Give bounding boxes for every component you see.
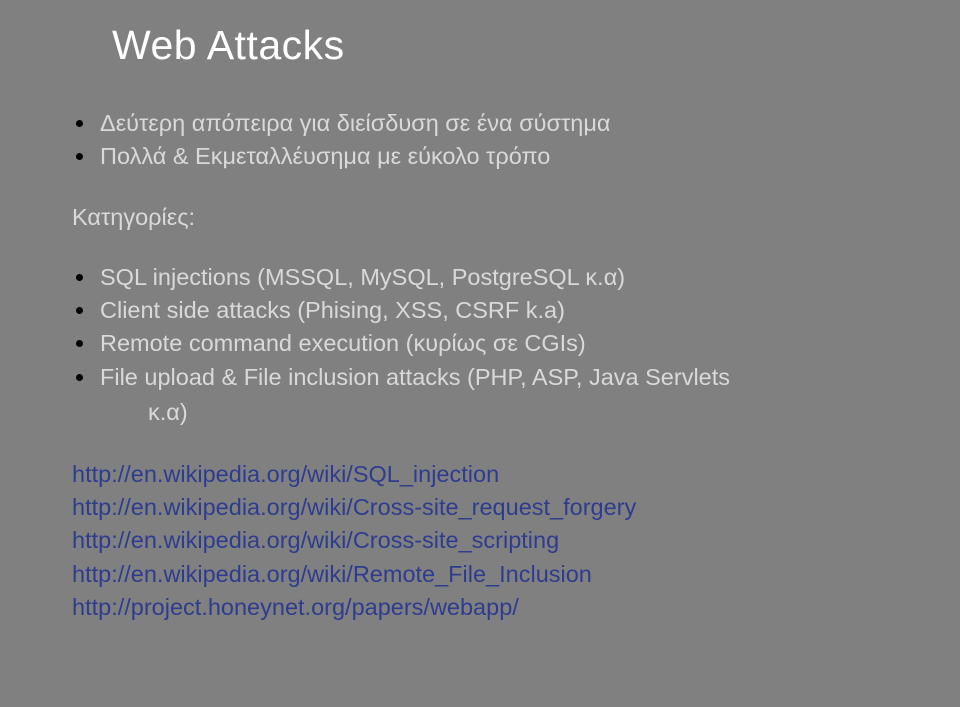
- category-bullet: SQL injections (MSSQL, MySQL, PostgreSQL…: [72, 261, 900, 294]
- reference-link[interactable]: http://en.wikipedia.org/wiki/Cross-site_…: [72, 491, 900, 524]
- intro-bullet-list: Δεύτερη απόπειρα για διείσδυση σε ένα σύ…: [72, 107, 900, 174]
- reference-link[interactable]: http://en.wikipedia.org/wiki/Remote_File…: [72, 558, 900, 591]
- intro-bullet: Πολλά & Εκμεταλλέυσημα με εύκολο τρόπο: [72, 140, 900, 173]
- intro-bullet: Δεύτερη απόπειρα για διείσδυση σε ένα σύ…: [72, 107, 900, 140]
- slide-title: Web Attacks: [112, 22, 900, 69]
- reference-link[interactable]: http://project.honeynet.org/papers/webap…: [72, 591, 900, 624]
- category-bullet: Remote command execution (κυρίως σε CGIs…: [72, 327, 900, 360]
- category-bullet-line1: File upload & File inclusion attacks (PH…: [100, 364, 730, 390]
- reference-link[interactable]: http://en.wikipedia.org/wiki/SQL_injecti…: [72, 458, 900, 491]
- reference-link[interactable]: http://en.wikipedia.org/wiki/Cross-site_…: [72, 524, 900, 557]
- category-bullet: Client side attacks (Phising, XSS, CSRF …: [72, 294, 900, 327]
- reference-links: http://en.wikipedia.org/wiki/SQL_injecti…: [72, 458, 900, 625]
- category-bullet: File upload & File inclusion attacks (PH…: [72, 361, 900, 430]
- category-bullet-list: SQL injections (MSSQL, MySQL, PostgreSQL…: [72, 261, 900, 430]
- category-bullet-line2: κ.α): [148, 396, 900, 429]
- categories-label: Κατηγορίες:: [72, 204, 900, 231]
- slide: Web Attacks Δεύτερη απόπειρα για διείσδυ…: [0, 0, 960, 707]
